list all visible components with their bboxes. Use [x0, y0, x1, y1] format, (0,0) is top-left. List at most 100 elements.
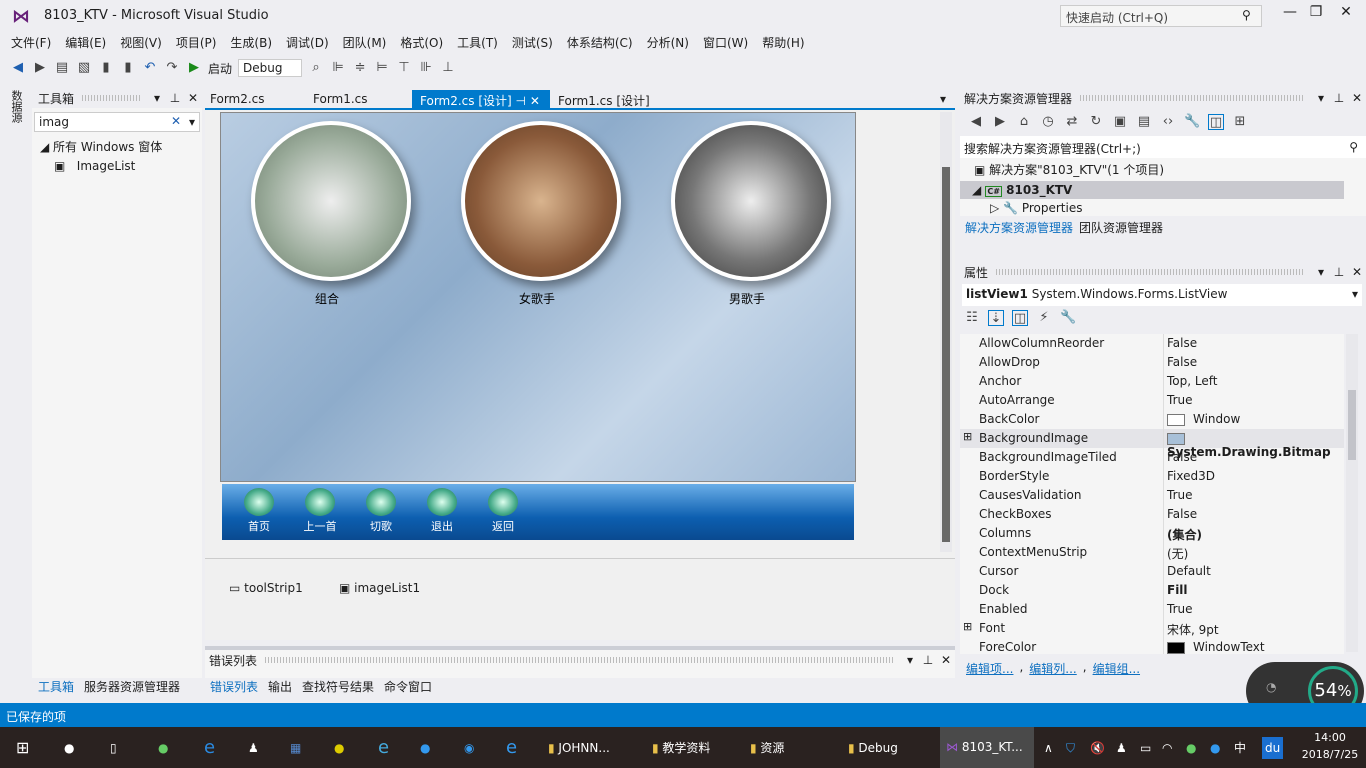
new-project-icon[interactable]: ▤ [54, 60, 70, 76]
property-row[interactable]: CausesValidation True [960, 486, 1344, 505]
security-icon[interactable]: ⛉ [1066, 737, 1075, 759]
align-center-icon[interactable]: ≑ [352, 60, 368, 76]
qq-icon[interactable]: ♟ [248, 737, 259, 759]
close-icon[interactable]: ✕ [1348, 265, 1366, 279]
close-icon[interactable]: ✕ [937, 653, 955, 667]
bottom-tab[interactable]: 错误列表 [210, 678, 258, 695]
dropdown-icon[interactable]: ▾ [1312, 91, 1330, 105]
feiq-icon[interactable]: ● [420, 737, 430, 759]
property-value[interactable]: WindowText [1167, 640, 1265, 654]
property-value[interactable]: True [1167, 393, 1193, 407]
cortana-icon[interactable]: ● [64, 737, 74, 759]
menu-item[interactable]: 团队(M) [336, 32, 394, 52]
volume-icon[interactable]: 🔇 [1090, 737, 1105, 759]
property-value[interactable]: False [1167, 355, 1197, 369]
dropdown-icon[interactable]: ▾ [189, 115, 195, 129]
find-icon[interactable]: ⌕ [308, 60, 324, 76]
close-icon[interactable]: ✕ [184, 91, 202, 105]
toolstrip-button[interactable]: 上一首 [295, 488, 345, 534]
tree-solution[interactable]: ▣ 解决方案"8103_KTV"(1 个项目) [960, 158, 1366, 181]
app-icon[interactable]: ▦ [290, 737, 301, 759]
property-row[interactable]: AllowColumnReorder False [960, 334, 1344, 353]
menu-item[interactable]: 分析(N) [640, 32, 696, 52]
object-selector[interactable]: listView1 System.Windows.Forms.ListView ▾ [962, 284, 1362, 306]
home-icon[interactable]: ⌂ [1016, 114, 1032, 130]
property-row[interactable]: ⊞ Font 宋体, 9pt [960, 619, 1344, 638]
toolbox-search-input[interactable]: imag [39, 115, 69, 129]
alphabetical-icon[interactable]: ⇣ [988, 310, 1004, 326]
expand-icon[interactable]: ⊞ [963, 430, 972, 443]
tab-solution-explorer[interactable]: 解决方案资源管理器 [965, 219, 1073, 236]
listview-control[interactable]: 组合 女歌手 男歌手 [220, 112, 856, 482]
menu-item[interactable]: 体系结构(C) [560, 32, 640, 52]
toolstrip-button[interactable]: 退出 [417, 488, 467, 534]
save-all-icon[interactable]: ▮ [120, 60, 136, 76]
properties-icon[interactable]: 🔧 [1184, 114, 1200, 130]
tab-form2-design[interactable]: Form2.cs [设计] ⊣ ✕ [412, 90, 550, 110]
pin-icon[interactable]: ⊥ [166, 91, 184, 105]
property-value[interactable]: Fixed3D [1167, 469, 1215, 483]
ie-icon[interactable]: e [506, 737, 517, 759]
property-value[interactable]: Window [1167, 412, 1240, 426]
designer-scrollbar[interactable] [940, 112, 952, 552]
property-value[interactable]: Fill [1167, 583, 1188, 597]
tab-form2-cs[interactable]: Form2.cs [202, 90, 273, 110]
taskbar-app[interactable]: ▮ JOHNN... [542, 737, 636, 759]
tray-chevron-icon[interactable]: ∧ [1044, 737, 1053, 759]
class-diagram-icon[interactable]: ⊞ [1232, 114, 1248, 130]
align-right-icon[interactable]: ⊨ [374, 60, 390, 76]
history-icon[interactable]: ◷ [1040, 114, 1056, 130]
property-row[interactable]: Anchor Top, Left [960, 372, 1344, 391]
clear-icon[interactable]: ✕ [171, 114, 181, 128]
imagelist-component[interactable]: ▣ imageList1 [339, 581, 420, 595]
toolstrip-control[interactable]: 首页 上一首 切歌 退出 返回 [222, 484, 854, 540]
ie-icon[interactable]: e [378, 737, 389, 759]
tree-project[interactable]: ◢ C# 8103_KTV [960, 181, 1344, 199]
browser-icon[interactable]: ◉ [464, 737, 474, 759]
align-bottom-icon[interactable]: ⊥ [440, 60, 456, 76]
property-value[interactable]: (无) [1167, 545, 1188, 562]
tab-server-explorer[interactable]: 服务器资源管理器 [84, 678, 180, 695]
toolbox-item-imagelist[interactable]: ▣ ImageList [32, 157, 202, 175]
pin-icon[interactable]: ⊥ [1330, 265, 1348, 279]
menu-item[interactable]: 窗口(W) [696, 32, 755, 52]
property-row[interactable]: Cursor Default [960, 562, 1344, 581]
taskbar-app[interactable]: ⋈ 8103_KT... [940, 727, 1034, 768]
wechat-tray-icon[interactable]: ● [1186, 737, 1196, 759]
menu-item[interactable]: 视图(V) [113, 32, 169, 52]
dropdown-icon[interactable]: ▾ [1312, 265, 1330, 279]
ime-indicator[interactable]: 中 [1234, 737, 1246, 759]
menu-item[interactable]: 编辑(E) [58, 32, 113, 52]
forward-icon[interactable]: ▶ [32, 60, 48, 76]
property-row[interactable]: ContextMenuStrip (无) [960, 543, 1344, 562]
align-middle-icon[interactable]: ⊪ [418, 60, 434, 76]
listview-item[interactable]: 女歌手 [457, 290, 617, 307]
config-dropdown[interactable]: Debug [238, 59, 303, 77]
bottom-tab[interactable]: 命令窗口 [384, 678, 432, 695]
tab-toolbox[interactable]: 工具箱 [38, 678, 74, 695]
toolbox-group[interactable]: ◢ 所有 Windows 窗体 [32, 136, 202, 157]
clock[interactable]: 14:00 2018/7/25 [1300, 731, 1360, 761]
property-value[interactable]: True [1167, 488, 1193, 502]
property-pages-icon[interactable]: 🔧 [1060, 310, 1076, 326]
property-value[interactable]: (集合) [1167, 526, 1202, 543]
show-files-icon[interactable]: ▤ [1136, 114, 1152, 130]
sync-icon[interactable]: ⇄ [1064, 114, 1080, 130]
code-icon[interactable]: ‹› [1160, 114, 1176, 130]
solution-search-input[interactable]: 搜索解决方案资源管理器(Ctrl+;) ⚲ [960, 136, 1366, 158]
dropdown-icon[interactable]: ▾ [901, 653, 919, 667]
network-icon[interactable]: ◠ [1162, 737, 1172, 759]
property-row[interactable]: BackgroundImageTiled False [960, 448, 1344, 467]
bottom-tab[interactable]: 输出 [268, 678, 292, 695]
taskbar-app[interactable]: ▮ 资源 [744, 737, 838, 759]
close-tab-icon[interactable]: ✕ [530, 94, 540, 108]
display-icon[interactable]: ▭ [1140, 737, 1151, 759]
menu-item[interactable]: 生成(B) [223, 32, 279, 52]
menu-item[interactable]: 项目(P) [169, 32, 224, 52]
preview-icon[interactable]: ◫ [1208, 114, 1224, 130]
forward-icon[interactable]: ▶ [992, 114, 1008, 130]
qq-tray-icon[interactable]: ♟ [1116, 737, 1127, 759]
start-icon[interactable]: ⊞ [16, 737, 29, 759]
baidu-icon[interactable]: du [1262, 737, 1284, 759]
bottom-tab[interactable]: 查找符号结果 [302, 678, 374, 695]
